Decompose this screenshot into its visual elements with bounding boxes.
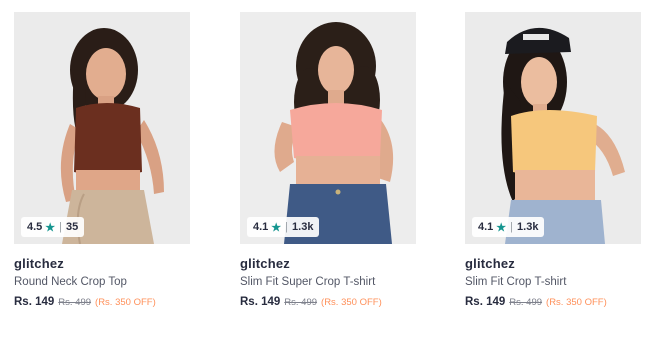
rating-value: 4.1 <box>253 221 269 233</box>
rating-badge: 4.1 ★ | 1.3k <box>247 217 320 237</box>
price-row: Rs. 149 Rs. 499 (Rs. 350 OFF) <box>14 296 190 308</box>
product-discount: (Rs. 350 OFF) <box>321 297 382 308</box>
product-price: Rs. 149 <box>240 296 281 308</box>
star-icon: ★ <box>45 221 56 234</box>
product-card[interactable]: 4.5 ★ | 35 glitchez Round Neck Crop Top … <box>14 12 190 308</box>
rating-divider: | <box>59 221 63 233</box>
product-photo-woman-yellow-top <box>465 12 641 244</box>
product-photo-woman-pink-top <box>240 12 416 244</box>
rating-count: 1.3k <box>517 221 539 233</box>
rating-value: 4.1 <box>478 221 494 233</box>
price-row: Rs. 149 Rs. 499 (Rs. 350 OFF) <box>465 296 641 308</box>
product-image[interactable]: 4.1 ★ | 1.3k <box>465 12 641 244</box>
product-image[interactable]: 4.1 ★ | 1.3k <box>240 12 416 244</box>
product-card[interactable]: 4.1 ★ | 1.3k glitchez Slim Fit Crop T-sh… <box>465 12 641 308</box>
product-card[interactable]: 4.1 ★ | 1.3k glitchez Slim Fit Super Cro… <box>240 12 416 308</box>
product-photo-woman-brown-top <box>14 12 190 244</box>
price-row: Rs. 149 Rs. 499 (Rs. 350 OFF) <box>240 296 416 308</box>
product-brand: glitchez <box>465 256 515 271</box>
product-mrp: Rs. 499 <box>58 297 92 308</box>
product-name: Slim Fit Super Crop T-shirt <box>240 276 376 288</box>
product-image[interactable]: 4.5 ★ | 35 <box>14 12 190 244</box>
product-grid: 4.5 ★ | 35 glitchez Round Neck Crop Top … <box>0 0 663 350</box>
product-mrp: Rs. 499 <box>284 297 318 308</box>
product-discount: (Rs. 350 OFF) <box>95 297 156 308</box>
product-brand: glitchez <box>14 256 64 271</box>
product-discount: (Rs. 350 OFF) <box>546 297 607 308</box>
rating-value: 4.5 <box>27 221 43 233</box>
product-price: Rs. 149 <box>14 296 55 308</box>
product-name: Slim Fit Crop T-shirt <box>465 276 567 288</box>
rating-count: 1.3k <box>292 221 314 233</box>
rating-count: 35 <box>66 221 79 233</box>
product-price: Rs. 149 <box>465 296 506 308</box>
rating-badge: 4.5 ★ | 35 <box>21 217 85 237</box>
rating-divider: | <box>285 221 289 233</box>
star-icon: ★ <box>271 221 282 234</box>
product-brand: glitchez <box>240 256 290 271</box>
rating-badge: 4.1 ★ | 1.3k <box>472 217 545 237</box>
product-name: Round Neck Crop Top <box>14 276 127 288</box>
rating-divider: | <box>510 221 514 233</box>
product-mrp: Rs. 499 <box>509 297 543 308</box>
star-icon: ★ <box>496 221 507 234</box>
